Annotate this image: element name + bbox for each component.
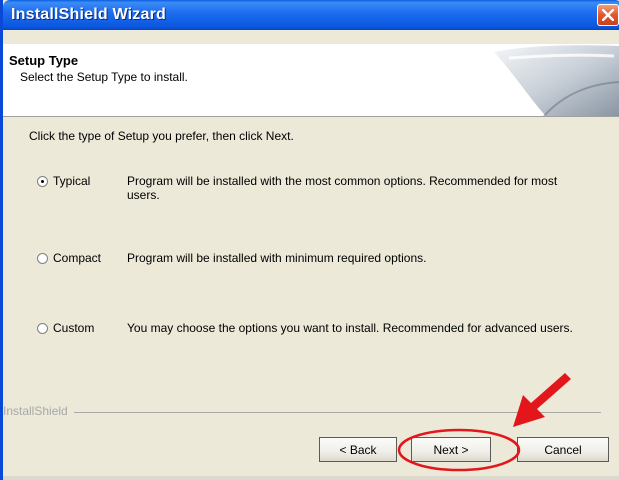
instruction-text: Click the type of Setup you prefer, then… <box>29 129 294 143</box>
page-title: Setup Type <box>9 53 79 68</box>
wizard-header: Setup Type Select the Setup Type to inst… <box>3 44 619 117</box>
bottom-edge <box>3 476 619 480</box>
custom-description: You may choose the options you want to i… <box>127 321 573 335</box>
installshield-brand: InstallShield <box>3 404 74 418</box>
cancel-button[interactable]: Cancel <box>517 437 609 462</box>
installshield-wizard-window: InstallShield Wizard Setup Type Select t… <box>0 0 619 480</box>
title-bar[interactable]: InstallShield Wizard <box>3 0 619 30</box>
close-icon <box>602 9 614 21</box>
setup-graphic-icon <box>494 45 619 116</box>
custom-label[interactable]: Custom <box>53 321 94 335</box>
typical-label[interactable]: Typical <box>53 174 90 188</box>
red-arrow-icon <box>513 373 571 427</box>
compact-label[interactable]: Compact <box>53 251 101 265</box>
typical-description: Program will be installed with the most … <box>127 174 558 202</box>
compact-radio[interactable] <box>37 253 48 264</box>
close-button[interactable] <box>597 4 619 26</box>
typical-radio[interactable] <box>37 176 48 187</box>
brand-divider <box>3 412 601 413</box>
custom-radio[interactable] <box>37 323 48 334</box>
compact-description: Program will be installed with minimum r… <box>127 251 427 265</box>
back-button[interactable]: < Back <box>319 437 397 462</box>
page-subtitle: Select the Setup Type to install. <box>20 70 188 84</box>
window-title: InstallShield Wizard <box>11 6 166 23</box>
next-button[interactable]: Next > <box>411 437 491 462</box>
